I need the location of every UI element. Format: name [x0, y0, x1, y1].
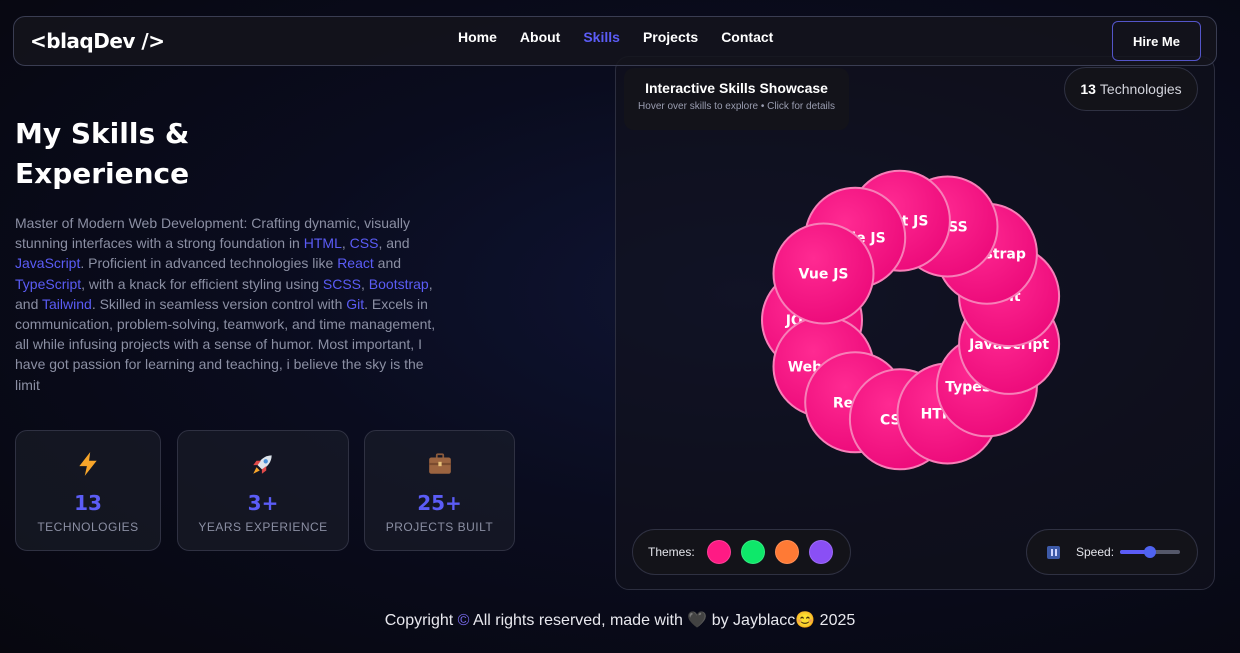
showcase-subtitle: Hover over skills to explore • Click for…: [638, 101, 835, 112]
theme-swatch-orange[interactable]: [774, 540, 799, 564]
stat-card-technologies: 13 TECHNOLOGIES: [15, 430, 161, 551]
speed-slider-thumb[interactable]: [1144, 546, 1157, 558]
rocket-icon: [253, 455, 272, 474]
stat-value: 13: [74, 491, 102, 515]
speed-control: Speed:: [1026, 529, 1198, 575]
bio-text: , with a knack for efficient styling usi…: [81, 275, 323, 292]
skill-bubble-label: Vue JS: [799, 267, 849, 283]
speed-label: Speed:: [1076, 545, 1115, 559]
nav-link-about[interactable]: About: [520, 28, 560, 46]
bio-highlight: CSS: [349, 235, 379, 252]
navbar: <blaqDev /> Home About Skills Projects C…: [13, 16, 1217, 66]
bio-highlight: React: [337, 255, 374, 272]
stat-card-years: 3+ YEARS EXPERIENCE: [177, 430, 349, 551]
theme-swatch-green[interactable]: [740, 540, 765, 564]
stat-label: TECHNOLOGIES: [37, 520, 139, 534]
themes-control: Themes:: [632, 529, 851, 575]
theme-swatch-purple[interactable]: [808, 540, 833, 564]
showcase-header: Interactive Skills Showcase Hover over s…: [624, 68, 849, 130]
copyright-icon: ©: [457, 612, 470, 629]
pause-icon[interactable]: [1047, 545, 1060, 559]
nav-links: Home About Skills Projects Contact: [458, 28, 796, 46]
bio-highlight: Git: [346, 295, 365, 312]
bio-highlight: Tailwind: [42, 295, 92, 312]
smile-icon: 😊: [795, 612, 816, 629]
bio-text: . Skilled in seamless version control wi…: [91, 295, 347, 312]
nav-link-projects[interactable]: Projects: [643, 28, 698, 46]
technologies-count-badge: 13 Technologies: [1064, 67, 1198, 111]
technologies-label: Technologies: [1099, 81, 1182, 97]
technologies-count: 13: [1080, 81, 1096, 97]
bio-text: , and: [378, 235, 410, 252]
bio-paragraph: Master of Modern Web Development: Crafti…: [15, 213, 440, 395]
footer-copyright-text: Copyright: [384, 612, 458, 629]
speed-slider[interactable]: [1120, 546, 1181, 558]
footer-year: 2025: [815, 612, 856, 629]
bio-text: . Proficient in advanced technologies li…: [80, 255, 338, 272]
stat-value: 3+: [247, 491, 279, 515]
skills-ring: JQueryWebpackReactCSS3HTML5TypeScriptJav…: [761, 169, 1061, 471]
skill-bubble[interactable]: Vue JS: [772, 222, 875, 325]
bio-highlight: SCSS: [322, 275, 362, 292]
stat-label: YEARS EXPERIENCE: [198, 520, 328, 534]
bio-highlight: Bootstrap: [368, 275, 429, 292]
briefcase-icon: [428, 453, 451, 474]
footer-author: by Jayblacc: [707, 612, 796, 629]
title-line-2: Experience: [15, 157, 190, 190]
heart-icon: 🖤: [687, 612, 708, 629]
stat-value: 25+: [417, 491, 462, 515]
bio-highlight: JavaScript: [15, 255, 81, 272]
hire-me-button[interactable]: Hire Me: [1112, 21, 1201, 61]
bio-highlight: HTML: [303, 235, 342, 252]
title-line-1: My Skills &: [15, 117, 190, 150]
nav-link-contact[interactable]: Contact: [721, 28, 773, 46]
logo[interactable]: <blaqDev />: [30, 29, 165, 53]
nav-link-skills[interactable]: Skills: [583, 28, 620, 46]
lightning-icon: [79, 452, 97, 476]
bio-highlight: TypeScript: [15, 275, 82, 292]
themes-label: Themes:: [648, 545, 695, 559]
showcase-title: Interactive Skills Showcase: [645, 80, 828, 96]
theme-swatch-pink[interactable]: [706, 540, 731, 564]
footer: Copyright © All rights reserved, made wi…: [0, 610, 1240, 630]
stat-card-projects: 25+ PROJECTS BUILT: [364, 430, 515, 551]
footer-rights-text: All rights reserved, made with: [469, 612, 688, 629]
bio-text: and: [373, 255, 402, 272]
bio-text: ,: [361, 275, 369, 292]
skills-showcase-panel: JQueryWebpackReactCSS3HTML5TypeScriptJav…: [615, 56, 1215, 590]
stat-label: PROJECTS BUILT: [385, 520, 494, 534]
page-title: My Skills & Experience: [15, 114, 315, 194]
bio-text: ,: [341, 235, 350, 252]
nav-link-home[interactable]: Home: [458, 28, 497, 46]
